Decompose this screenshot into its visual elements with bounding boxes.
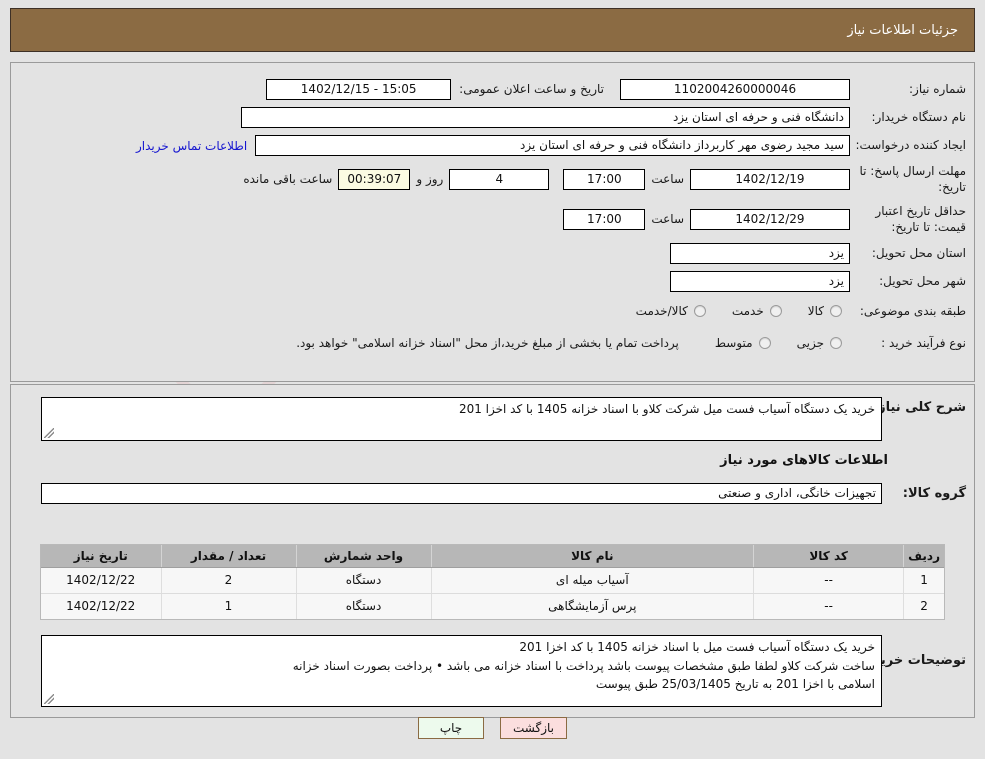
radio-icon	[769, 305, 782, 318]
cell-name: پرس آزمایشگاهی	[430, 593, 754, 619]
buyer-notes-row: توضیحات خریدار: خرید یک دستگاه آسیاب فست…	[41, 635, 966, 707]
cell-unit: دستگاه	[295, 593, 431, 619]
category-option-service[interactable]: خدمت	[732, 304, 782, 318]
need-number-field: 1102004260000046	[620, 79, 850, 100]
deadline-label: مهلت ارسال پاسخ: تا تاریخ:	[859, 164, 966, 195]
need-number-row: شماره نیاز: 1102004260000046	[620, 79, 966, 100]
category-option-goods-service[interactable]: کالا/خدمت	[636, 304, 706, 318]
category-option-goods-label: کالا	[807, 304, 824, 319]
validity-hour-label: ساعت	[651, 212, 684, 227]
column-header-row: ردیف	[903, 545, 944, 568]
cell-code: --	[753, 593, 904, 619]
column-header-unit: واحد شمارش	[295, 545, 431, 568]
province-label: استان محل تحویل:	[871, 246, 966, 261]
buyer-contact-link[interactable]: اطلاعات تماس خریدار	[136, 139, 247, 153]
goods-table: ردیف کد کالا نام کالا واحد شمارش تعداد /…	[41, 545, 944, 619]
process-radio-group: جزیی متوسط	[689, 336, 842, 350]
category-row: طبقه بندی موضوعی: کالا خدمت کالا/خدمت	[610, 303, 966, 319]
announce-field: 15:05 - 1402/12/15	[266, 79, 452, 100]
cell-unit: دستگاه	[295, 567, 431, 594]
goods-section-title: اطلاعات کالاهای مورد نیاز	[720, 453, 888, 468]
process-option-medium-label: متوسط	[714, 336, 753, 351]
table-header-row: ردیف کد کالا نام کالا واحد شمارش تعداد /…	[41, 545, 944, 568]
deadline-hour-label: ساعت	[651, 172, 684, 187]
cell-code: --	[753, 567, 904, 594]
process-note: پرداخت تمام یا بخشی از مبلغ خرید،از محل …	[296, 336, 679, 351]
countdown-field: 00:39:07	[338, 168, 411, 190]
cell-row: 2	[903, 593, 944, 619]
buyer-org-label: نام دستگاه خریدار:	[871, 110, 967, 125]
validity-date-field: 1402/12/29	[690, 208, 850, 230]
deadline-date-field: 1402/12/19	[690, 168, 850, 190]
province-row: استان محل تحویل: یزد	[670, 243, 966, 264]
column-header-date: تاریخ نیاز	[41, 545, 161, 568]
category-option-service-label: خدمت	[731, 304, 764, 319]
cell-date: 1402/12/22	[41, 593, 161, 619]
countdown-label: ساعت باقی مانده	[243, 172, 333, 187]
goods-group-field: تجهیزات خانگی، اداری و صنعتی	[41, 483, 882, 504]
validity-time-field: 17:00	[563, 208, 646, 230]
page-header: جزئیات اطلاعات نیاز	[10, 8, 975, 52]
buyer-notes-line-3: اسلامی با اخزا 201 به تاریخ 25/03/1405 ط…	[595, 677, 875, 692]
announce-label: تاریخ و ساعت اعلان عمومی:	[459, 82, 604, 97]
back-button[interactable]: بازگشت	[500, 717, 567, 739]
deadline-row: مهلت ارسال پاسخ: تا تاریخ: 1402/12/19 سا…	[237, 163, 966, 195]
table-row: 1 -- آسیاب میله ای دستگاه 2 1402/12/22	[41, 567, 944, 594]
buyer-notes-label: توضیحات خریدار:	[856, 653, 966, 668]
category-option-goods[interactable]: کالا	[808, 304, 842, 318]
remaining-days-label: روز و	[416, 172, 444, 187]
cell-qty: 1	[160, 593, 296, 619]
summary-label: شرح کلی نیاز:	[872, 400, 966, 415]
radio-icon	[758, 337, 771, 350]
cell-qty: 2	[160, 567, 296, 594]
print-button[interactable]: چاپ	[418, 717, 484, 739]
announce-row: تاریخ و ساعت اعلان عمومی: 15:05 - 1402/1…	[266, 79, 604, 100]
page-title: جزئیات اطلاعات نیاز	[847, 22, 958, 38]
validity-row: حداقل تاریخ اعتبار قیمت: تا تاریخ: 1402/…	[563, 203, 966, 235]
buyer-notes-line-1: خرید یک دستگاه آسیاب فست میل با اسناد خز…	[519, 640, 875, 654]
footer-button-bar: بازگشت چاپ	[0, 717, 985, 739]
need-info-panel: شماره نیاز: 1102004260000046 تاریخ و ساع…	[10, 62, 975, 382]
province-field: یزد	[670, 243, 850, 264]
city-row: شهر محل تحویل: یزد	[670, 271, 966, 292]
radio-icon	[830, 337, 842, 350]
creator-field: سید مجید رضوی مهر کاربرداز دانشگاه فنی و…	[255, 135, 850, 156]
deadline-time-field: 17:00	[563, 168, 646, 190]
city-label: شهر محل تحویل:	[879, 274, 966, 289]
cell-row: 1	[903, 567, 944, 594]
summary-row: شرح کلی نیاز: خرید یک دستگاه آسیاب فست م…	[41, 397, 966, 441]
validity-label: حداقل تاریخ اعتبار قیمت: تا تاریخ:	[875, 204, 966, 235]
need-number-label: شماره نیاز:	[909, 82, 966, 97]
column-header-code: کد کالا	[753, 545, 904, 568]
buyer-notes-textarea[interactable]: خرید یک دستگاه آسیاب فست میل با اسناد خز…	[41, 635, 882, 707]
category-option-goods-service-label: کالا/خدمت	[635, 304, 688, 319]
city-field: یزد	[670, 271, 850, 292]
process-option-minor-label: جزیی	[796, 336, 824, 351]
buyer-org-field: دانشگاه فنی و حرفه ای استان یزد	[241, 107, 850, 128]
process-label: نوع فرآیند خرید :	[881, 336, 966, 350]
cell-name: آسیاب میله ای	[430, 567, 754, 594]
column-header-name: نام کالا	[430, 545, 754, 568]
radio-icon	[693, 305, 706, 318]
goods-group-label: گروه کالا:	[902, 486, 966, 501]
process-row: نوع فرآیند خرید : جزیی متوسط پرداخت تمام…	[296, 335, 966, 351]
cell-date: 1402/12/22	[41, 567, 161, 594]
goods-group-row: گروه کالا: تجهیزات خانگی، اداری و صنعتی	[41, 483, 966, 504]
radio-icon	[830, 305, 842, 318]
category-radio-group: کالا خدمت کالا/خدمت	[610, 304, 842, 318]
table-row: 2 -- پرس آزمایشگاهی دستگاه 1 1402/12/22	[41, 593, 944, 619]
remaining-days-field: 4	[449, 168, 550, 190]
category-label: طبقه بندی موضوعی:	[859, 304, 966, 318]
goods-table-container: ردیف کد کالا نام کالا واحد شمارش تعداد /…	[40, 544, 945, 620]
buyer-org-row: نام دستگاه خریدار: دانشگاه فنی و حرفه ای…	[241, 107, 966, 128]
process-option-minor[interactable]: جزیی	[797, 336, 842, 350]
creator-label: ایجاد کننده درخواست:	[855, 138, 966, 153]
buyer-notes-line-2: ساخت شرکت کلاو لطفا طبق مشخصات پیوست باش…	[292, 658, 875, 673]
summary-textarea[interactable]: خرید یک دستگاه آسیاب فست میل شرکت کلاو ب…	[41, 397, 882, 441]
creator-row: ایجاد کننده درخواست: سید مجید رضوی مهر ک…	[136, 135, 966, 156]
process-option-medium[interactable]: متوسط	[715, 336, 771, 350]
column-header-qty: تعداد / مقدار	[160, 545, 296, 568]
